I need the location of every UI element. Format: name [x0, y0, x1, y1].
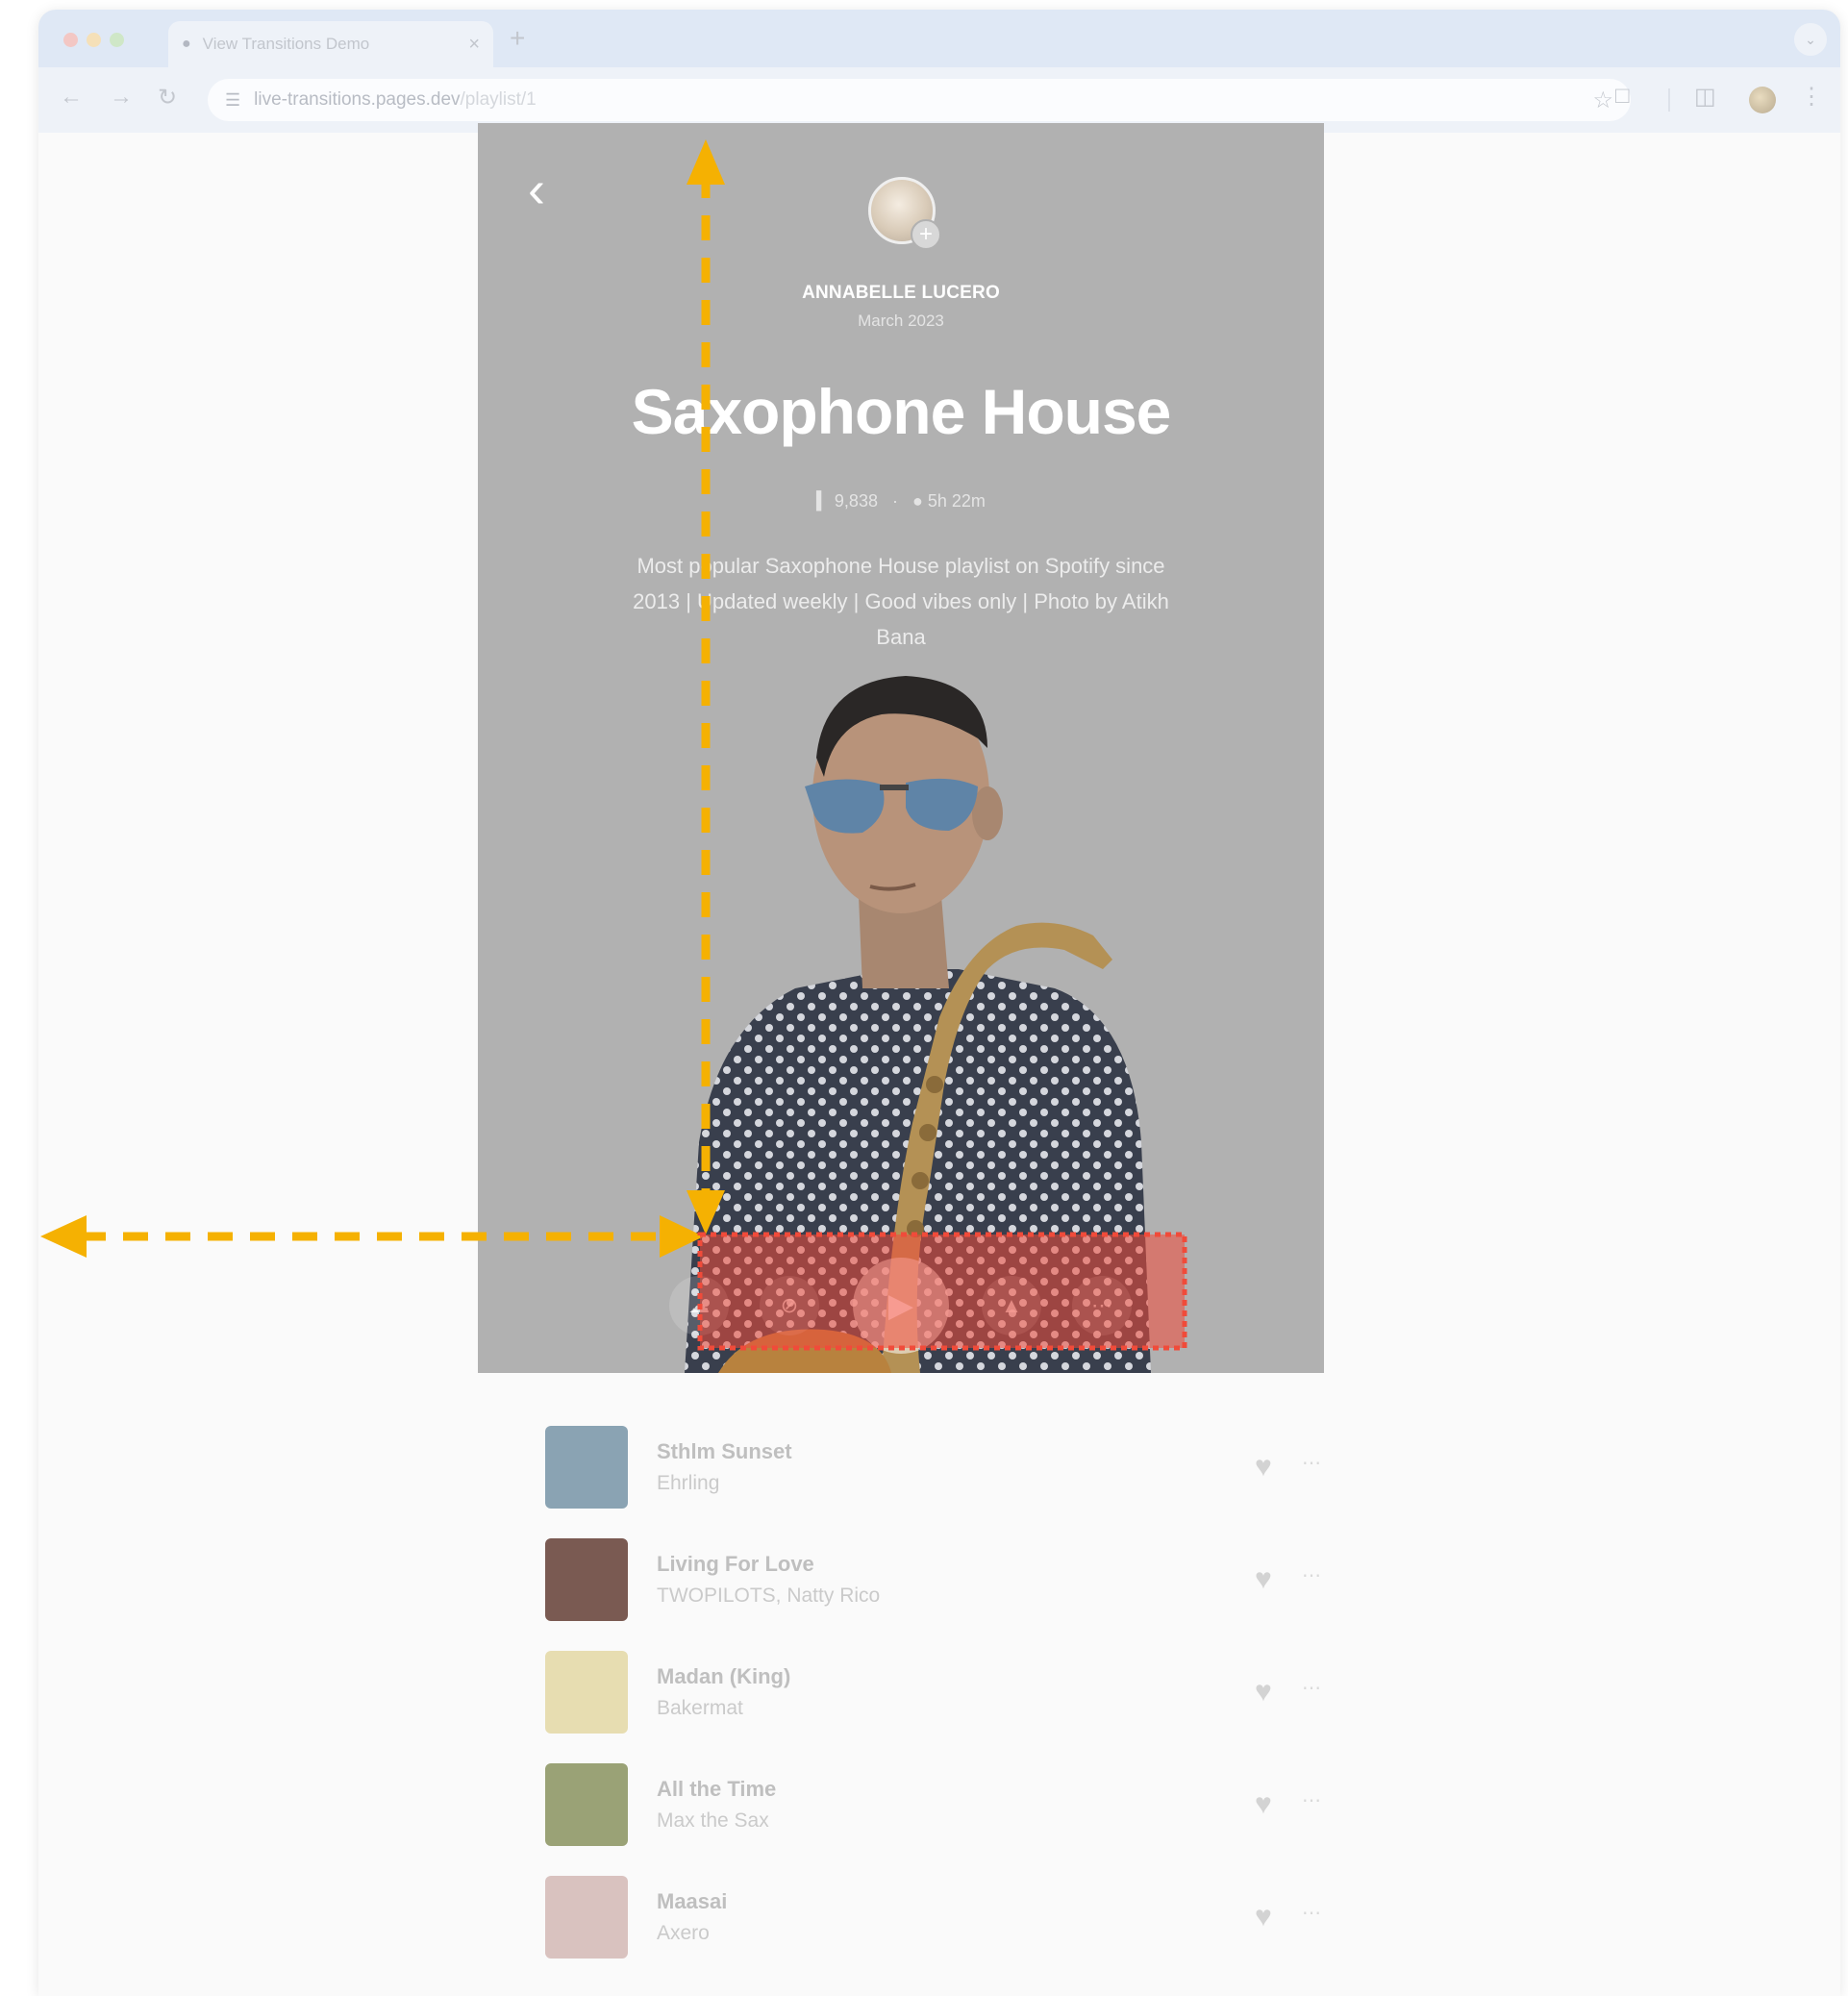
arrow-head-right [660, 1215, 704, 1258]
arrow-head-left [40, 1215, 87, 1258]
annotation-overlay [40, 139, 1187, 1351]
arrow-head-up [687, 139, 725, 185]
arrow-head-down [687, 1190, 725, 1235]
controls-highlight-box [697, 1232, 1187, 1351]
